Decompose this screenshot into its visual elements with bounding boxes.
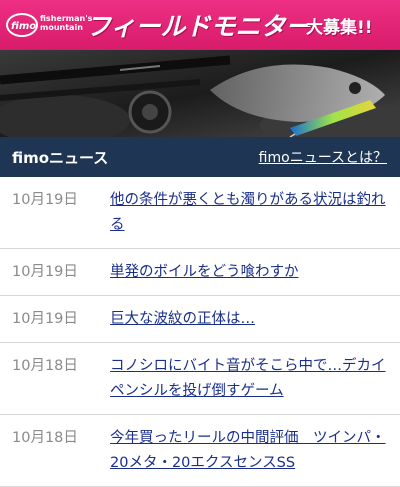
svg-text:fimo: fimo bbox=[11, 21, 36, 32]
news-item: 10月18日 今年買ったリールの中間評価 ツインパ・20メタ・20エクスセンスS… bbox=[0, 415, 400, 487]
news-item: 10月19日 他の条件が悪くとも濁りがある状況は釣れる bbox=[0, 177, 400, 249]
news-header-title: fimoニュース bbox=[12, 148, 109, 167]
news-date: 10月19日 bbox=[12, 264, 78, 280]
news-date: 10月18日 bbox=[12, 430, 78, 446]
fimo-logo-icon: fimo bbox=[6, 13, 38, 37]
news-item: 10月18日 コノシロにバイト音がそこら中で…デカイペンシルを投げ倒すゲーム bbox=[0, 343, 400, 415]
news-list: 10月19日 他の条件が悪くとも濁りがある状況は釣れる 10月19日 単発のボイ… bbox=[0, 177, 400, 487]
brand-name: fisherman's mountain bbox=[40, 14, 92, 32]
news-date: 10月18日 bbox=[12, 358, 78, 374]
about-fimo-news-link[interactable]: fimoニュースとは？ bbox=[259, 147, 387, 167]
news-title-link[interactable]: コノシロにバイト音がそこら中で…デカイペンシルを投げ倒すゲーム bbox=[110, 354, 388, 404]
news-header: fimoニュース fimoニュースとは？ bbox=[0, 137, 400, 177]
news-item: 10月19日 巨大な波紋の正体は… bbox=[0, 296, 400, 343]
banner-title: フィールドモニター bbox=[86, 12, 311, 41]
news-date: 10月19日 bbox=[12, 311, 78, 327]
brand-name-line1: fisherman's bbox=[40, 14, 93, 23]
field-monitor-banner[interactable]: fimo fisherman's mountain フィールドモニター 大募集!… bbox=[0, 0, 400, 137]
brand-name-line2: mountain bbox=[40, 23, 83, 32]
fimo-brand: fimo fisherman's mountain bbox=[6, 8, 92, 42]
news-title-link[interactable]: 巨大な波紋の正体は… bbox=[110, 307, 388, 332]
news-date: 10月19日 bbox=[12, 192, 78, 208]
news-title-link[interactable]: 今年買ったリールの中間評価 ツインパ・20メタ・20エクスセンスSS bbox=[110, 426, 388, 476]
news-title-link[interactable]: 他の条件が悪くとも濁りがある状況は釣れる bbox=[110, 188, 388, 238]
fishing-photo bbox=[0, 50, 400, 137]
news-title-link[interactable]: 単発のボイルをどう喰わすか bbox=[110, 260, 388, 285]
banner-subtitle: 大募集!! bbox=[306, 18, 373, 38]
news-item: 10月19日 単発のボイルをどう喰わすか bbox=[0, 249, 400, 296]
